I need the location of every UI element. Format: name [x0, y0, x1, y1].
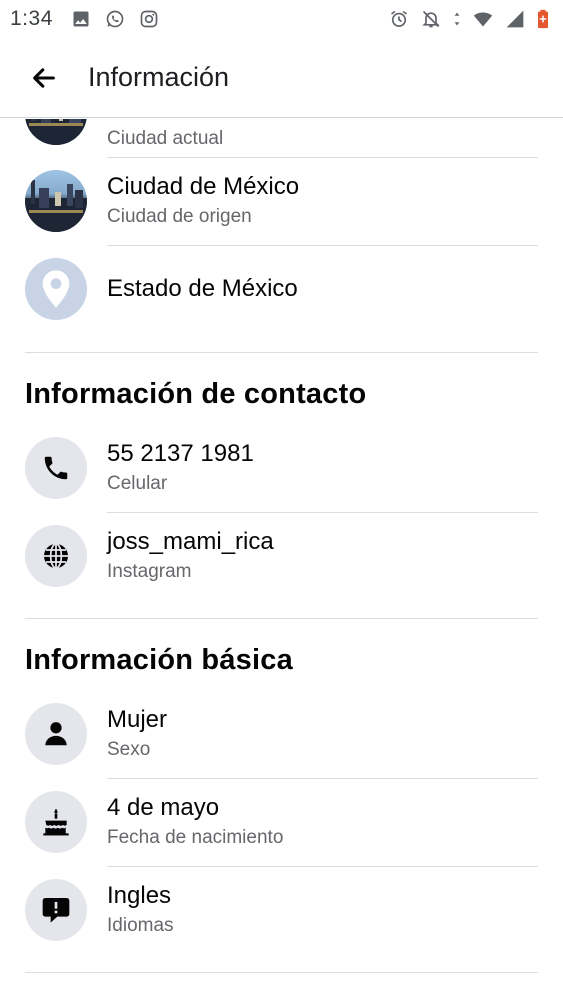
- list-item-hometown[interactable]: Ciudad de México Ciudad de origen: [0, 169, 563, 247]
- phone-icon: [44, 456, 68, 480]
- location-pin-circle: [25, 258, 87, 320]
- person-icon: [45, 722, 67, 746]
- list-item-current-city[interactable]: Ciudad actual: [0, 119, 563, 159]
- list-item-phone[interactable]: 55 2137 1981 Celular: [0, 437, 563, 517]
- list-item-title: Ciudad de México: [107, 173, 300, 200]
- section-divider: [25, 618, 538, 619]
- list-item-instagram[interactable]: joss_mami_rica Instagram: [0, 525, 563, 605]
- location-pin-icon: [42, 270, 70, 308]
- data-arrows-icon: [454, 12, 460, 26]
- list-item-gender[interactable]: Mujer Sexo: [0, 703, 563, 783]
- list-item-title: Mujer: [107, 706, 168, 733]
- person-icon-circle: [25, 703, 87, 765]
- alarm-icon: [391, 10, 407, 27]
- divider: [107, 512, 538, 513]
- globe-icon: [44, 543, 68, 569]
- list-item-title: Estado de México: [107, 275, 298, 302]
- divider: [107, 866, 538, 867]
- speech-bubble-icon-circle: [25, 879, 87, 941]
- list-item-languages[interactable]: Ingles Idiomas: [0, 879, 563, 959]
- list-item-subtitle: Instagram: [107, 561, 192, 582]
- status-notification-icons: [71, 9, 159, 29]
- divider: [107, 245, 538, 246]
- instagram-icon: [140, 10, 158, 28]
- list-item-title: joss_mami_rica: [107, 528, 274, 555]
- app-bar: Información: [0, 38, 563, 118]
- status-bar: 1:34: [0, 0, 563, 38]
- speech-bubble-icon: [42, 898, 70, 923]
- city-skyline-image: [25, 180, 87, 232]
- section-divider: [25, 972, 538, 973]
- about-content[interactable]: Ciudad actual Ciudad de México Ciudad de…: [0, 119, 563, 1000]
- battery-icon: [538, 9, 548, 29]
- notifications-off-icon: [422, 10, 440, 28]
- globe-icon-circle: [25, 525, 87, 587]
- divider: [107, 157, 538, 158]
- list-item-subtitle: Ciudad de origen: [107, 206, 252, 227]
- back-button[interactable]: [20, 54, 68, 102]
- wifi-icon: [473, 12, 493, 27]
- list-item-birthday[interactable]: 4 de mayo Fecha de nacimiento: [0, 791, 563, 871]
- cake-icon: [43, 808, 69, 836]
- page-title: Información: [88, 62, 230, 92]
- arrow-back-icon: [33, 67, 55, 88]
- status-time: 1:34: [10, 7, 53, 30]
- list-item-subtitle: Sexo: [107, 739, 151, 760]
- city-photo: [25, 119, 87, 145]
- list-item-title: 55 2137 1981: [107, 440, 254, 467]
- section-title-contact: Información de contacto: [25, 378, 367, 410]
- phone-icon-circle: [25, 437, 87, 499]
- section-divider: [25, 352, 538, 353]
- signal-icon: [506, 10, 524, 28]
- whatsapp-icon: [106, 10, 124, 28]
- divider: [107, 778, 538, 779]
- city-skyline-image: [25, 119, 87, 145]
- list-item-subtitle: Ciudad actual: [107, 128, 224, 149]
- cake-icon-circle: [25, 791, 87, 853]
- city-photo: [25, 170, 87, 232]
- section-title-basic: Información básica: [25, 644, 293, 676]
- list-item-state[interactable]: Estado de México: [0, 257, 563, 337]
- list-item-subtitle: Fecha de nacimiento: [107, 827, 284, 848]
- status-system-icons: [389, 9, 549, 29]
- image-icon: [73, 11, 89, 27]
- list-item-title: 4 de mayo: [107, 794, 220, 821]
- list-item-subtitle: Celular: [107, 473, 168, 494]
- list-item-title: Ingles: [107, 882, 172, 909]
- list-item-subtitle: Idiomas: [107, 915, 174, 936]
